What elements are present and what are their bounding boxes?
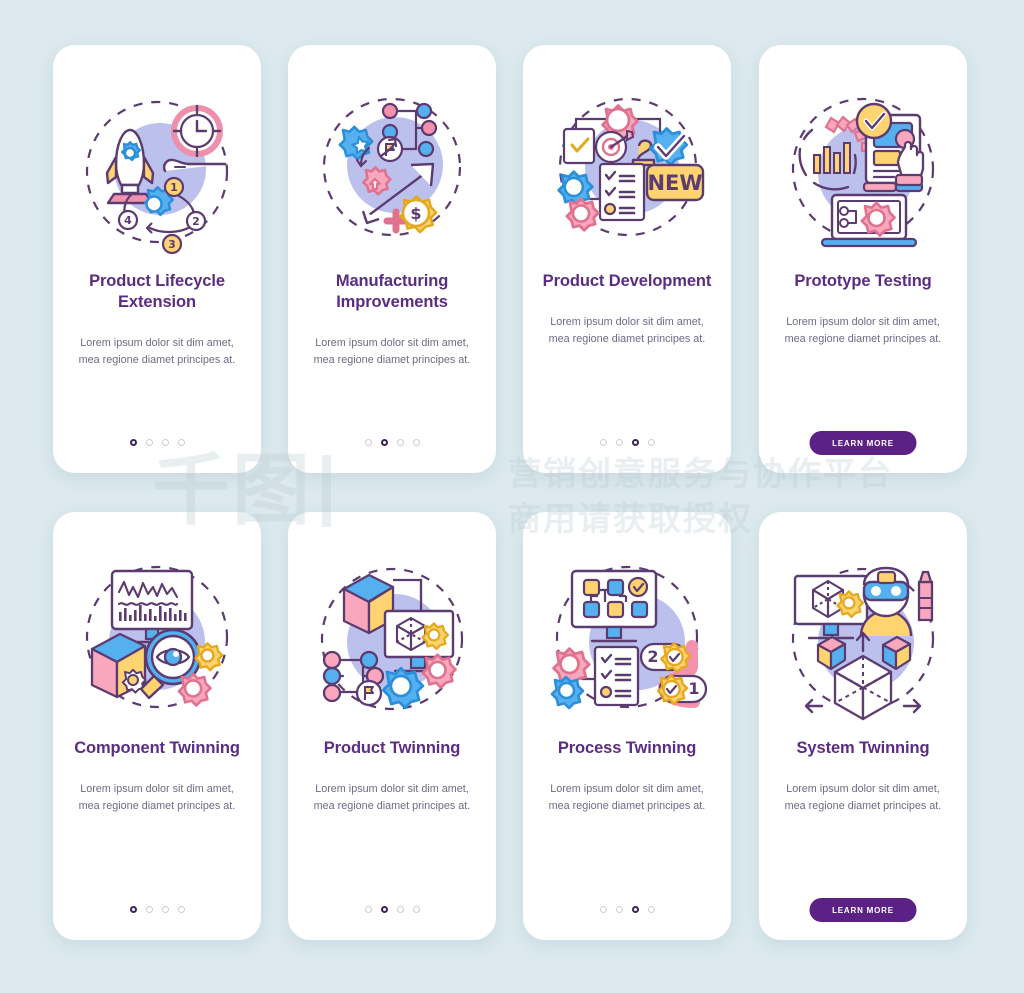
onboarding-card-prototype-testing: Prototype Testing Lorem ipsum dolor sit d… (759, 45, 967, 473)
onboarding-card-product-lifecycle-extension: 1 2 3 4 Product Lifecycle Extension Lorem… (53, 45, 261, 473)
pagination-dot[interactable] (177, 439, 185, 446)
onboarding-card-component-twinning: Component Twinning Lorem ipsum dolor sit … (53, 512, 261, 940)
card-description: Lorem ipsum dolor sit dim amet, mea regi… (548, 316, 706, 345)
learn-more-button[interactable]: LEARN MORE (809, 898, 917, 922)
card-description: Lorem ipsum dolor sit dim amet, mea regi… (784, 783, 942, 812)
svg-text:2: 2 (647, 647, 658, 666)
pagination-dot[interactable] (615, 439, 623, 446)
card-title: Prototype Testing (794, 272, 932, 290)
pagination-dots (288, 439, 496, 446)
onboarding-screen-grid: 1 2 3 4 Product Lifecycle Extension Lorem… (0, 0, 1024, 993)
pagination-dots (288, 906, 496, 913)
rocket-clock-hand-gears-cycle-illustration: 1 2 3 4 (72, 87, 242, 257)
card-title: System Twinning (796, 739, 930, 757)
pagination-dots (523, 439, 731, 446)
pagination-dot[interactable] (145, 439, 153, 446)
svg-text:3: 3 (168, 238, 176, 251)
onboarding-card-product-development: NEW Product Development Lorem ipsum dolor… (523, 45, 731, 473)
pagination-dot-active[interactable] (129, 439, 137, 446)
learn-more-button[interactable]: LEARN MORE (809, 431, 917, 455)
card-description: Lorem ipsum dolor sit dim amet, mea regi… (313, 337, 471, 367)
svg-text:NEW: NEW (647, 171, 702, 195)
pagination-dots (53, 906, 261, 913)
pagination-dot[interactable] (599, 906, 607, 913)
card-description: Lorem ipsum dolor sit dim amet, mea regi… (548, 783, 706, 812)
pagination-dot[interactable] (161, 906, 169, 913)
monitor-waveform-cube-magnifier-eye-gears-illustration (72, 554, 242, 724)
gears-checklist-target-new-badge-illustration: NEW (542, 87, 712, 257)
pagination-dot-active[interactable] (380, 439, 388, 446)
onboarding-card-manufacturing-improvements: $ Manufacturing Improvements Lorem ipsum … (288, 45, 496, 473)
pagination-dot[interactable] (161, 439, 169, 446)
card-description: Lorem ipsum dolor sit dim amet, mea regi… (784, 316, 942, 345)
card-description: Lorem ipsum dolor sit dim amet, mea regi… (78, 783, 236, 812)
pagination-dot[interactable] (647, 439, 655, 446)
card-title: Manufacturing Improvements (335, 272, 449, 312)
card-title: Product Twinning (323, 739, 461, 757)
pagination-dot[interactable] (647, 906, 655, 913)
pagination-dot-active[interactable] (631, 906, 639, 913)
pagination-dot[interactable] (396, 439, 404, 446)
pagination-dot[interactable] (412, 906, 420, 913)
flowchart-monitor-checklist-gears-steps-illustration: 2 1 (542, 554, 712, 724)
onboarding-card-system-twinning: System Twinning Lorem ipsum dolor sit dim… (759, 512, 967, 940)
cube-monitor-wireframe-network-gears-illustration (307, 554, 477, 724)
card-title: Process Twinning (557, 739, 697, 757)
pagination-dot[interactable] (145, 906, 153, 913)
pagination-dot-active[interactable] (129, 906, 137, 913)
gears-flowchart-growth-arrow-dollar-illustration: $ (307, 87, 477, 257)
pagination-dot[interactable] (615, 906, 623, 913)
charts-checkmark-tablet-hand-laptop-gear-illustration (778, 87, 948, 257)
pagination-dot[interactable] (364, 439, 372, 446)
card-title: Component Twinning (74, 739, 240, 757)
card-description: Lorem ipsum dolor sit dim amet, mea regi… (78, 337, 236, 367)
svg-text:$: $ (410, 204, 421, 223)
svg-text:4: 4 (124, 214, 132, 227)
monitor-cube-vr-person-cubes-arrows-illustration (778, 554, 948, 724)
svg-text:1: 1 (170, 181, 178, 194)
pagination-dot-active[interactable] (380, 906, 388, 913)
onboarding-card-product-twinning: Product Twinning Lorem ipsum dolor sit di… (288, 512, 496, 940)
card-title: Product Development (542, 272, 712, 290)
pagination-dot[interactable] (177, 906, 185, 913)
card-description: Lorem ipsum dolor sit dim amet, mea regi… (313, 783, 471, 812)
card-title: Product Lifecycle Extension (89, 272, 225, 312)
pagination-dots (53, 439, 261, 446)
pagination-dot[interactable] (396, 906, 404, 913)
svg-text:2: 2 (192, 215, 200, 228)
pagination-dots (523, 906, 731, 913)
pagination-dot[interactable] (599, 439, 607, 446)
onboarding-card-process-twinning: 2 1 Process Twinning Lorem ipsum dolor si… (523, 512, 731, 940)
svg-text:1: 1 (688, 679, 699, 698)
pagination-dot-active[interactable] (631, 439, 639, 446)
pagination-dot[interactable] (412, 439, 420, 446)
pagination-dot[interactable] (364, 906, 372, 913)
